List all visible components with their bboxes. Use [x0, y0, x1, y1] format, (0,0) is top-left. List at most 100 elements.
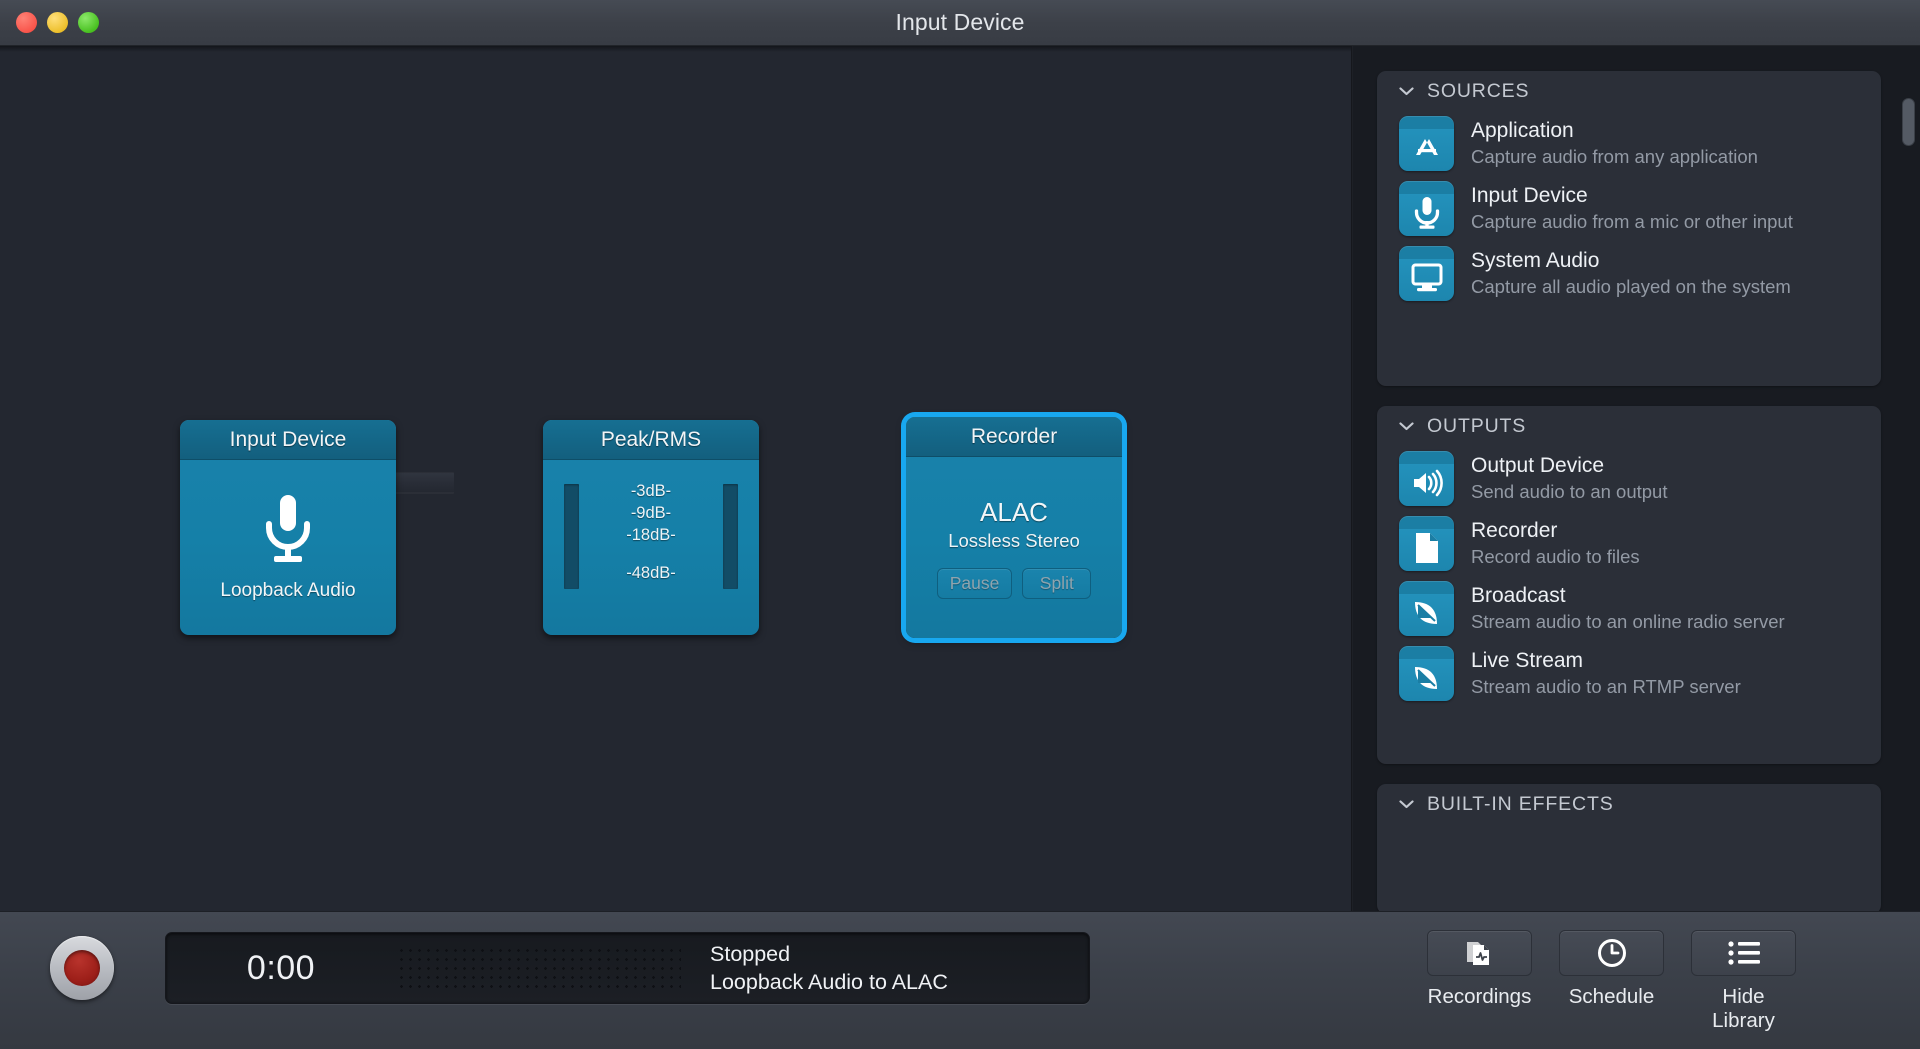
microphone-glyph: [1414, 197, 1439, 229]
sidebar-item-live-stream[interactable]: Live Stream Stream audio to an RTMP serv…: [1377, 641, 1881, 706]
item-description: Send audio to an output: [1471, 481, 1668, 502]
minimize-button[interactable]: [47, 12, 68, 33]
item-title: Input Device: [1471, 184, 1588, 207]
section-header-outputs[interactable]: OUTPUTS: [1377, 406, 1881, 446]
file-icon: [1399, 516, 1454, 571]
item-title: Live Stream: [1471, 649, 1584, 672]
file-glyph: [1415, 533, 1438, 563]
item-text: System Audio Capture all audio played on…: [1471, 246, 1863, 299]
panel-built-in-effects: BUILT-IN EFFECTS: [1377, 784, 1881, 911]
item-description: Capture all audio played on the system: [1471, 276, 1791, 297]
hide-library-button-box[interactable]: [1691, 930, 1796, 976]
recordings-button[interactable]: Recordings: [1427, 930, 1532, 1009]
section-label: OUTPUTS: [1427, 414, 1527, 437]
speaker-icon: [1399, 451, 1454, 506]
recordings-button-box[interactable]: [1427, 930, 1532, 976]
audio-graph-canvas[interactable]: Input Device Loopback Audio Peak/RMS -3d…: [0, 46, 1352, 911]
status-display: 0:00 Stopped Loopback Audio to ALAC: [165, 932, 1090, 1004]
application-glyph: [1415, 139, 1438, 155]
item-description: Capture audio from a mic or other input: [1471, 211, 1793, 232]
node-title: Peak/RMS: [543, 420, 759, 460]
bottom-toolbar: 0:00 Stopped Loopback Audio to ALAC Reco…: [0, 911, 1920, 1049]
node-input-device[interactable]: Input Device Loopback Audio: [180, 420, 396, 635]
meter-tick: -48dB-: [626, 564, 676, 582]
window-title: Input Device: [895, 9, 1025, 35]
window-titlebar: Input Device: [0, 0, 1920, 46]
section-header-built-in-effects[interactable]: BUILT-IN EFFECTS: [1377, 784, 1881, 824]
sidebar-item-input-device[interactable]: Input Device Capture audio from a mic or…: [1377, 176, 1881, 241]
microphone-icon: [1399, 181, 1454, 236]
satellite-dish-icon: [1399, 581, 1454, 636]
item-title: Output Device: [1471, 454, 1605, 477]
node-body: ALAC Lossless Stereo Pause Split: [906, 457, 1122, 638]
item-text: Live Stream Stream audio to an RTMP serv…: [1471, 646, 1863, 699]
hide-library-button[interactable]: Hide Library: [1691, 930, 1796, 1033]
sidebar-scrollbar[interactable]: [1902, 98, 1915, 911]
application-icon: [1399, 116, 1454, 171]
hide-library-label: Hide Library: [1712, 985, 1775, 1032]
item-text: Input Device Capture audio from a mic or…: [1471, 181, 1863, 234]
item-description: Record audio to files: [1471, 546, 1640, 567]
schedule-button[interactable]: Schedule: [1559, 930, 1664, 1009]
item-text: Application Capture audio from any appli…: [1471, 116, 1863, 169]
panel-sources: SOURCES Application Capture audio from a…: [1377, 71, 1881, 386]
list-icon: [1727, 941, 1760, 965]
node-recorder[interactable]: Recorder ALAC Lossless Stereo Pause Spli…: [906, 417, 1122, 638]
sidebar-item-application[interactable]: Application Capture audio from any appli…: [1377, 111, 1881, 176]
sidebar-item-broadcast[interactable]: Broadcast Stream audio to an online radi…: [1377, 576, 1881, 641]
item-title: Broadcast: [1471, 584, 1566, 607]
item-title: Recorder: [1471, 519, 1558, 542]
status-state: Stopped: [710, 942, 791, 966]
satellite-dish-icon: [1399, 646, 1454, 701]
sidebar-item-recorder[interactable]: Recorder Record audio to files: [1377, 511, 1881, 576]
chevron-down-icon[interactable]: [1399, 421, 1414, 431]
pause-button[interactable]: Pause: [936, 567, 1013, 599]
section-label: BUILT-IN EFFECTS: [1427, 792, 1614, 815]
chevron-down-icon[interactable]: [1399, 86, 1414, 96]
canvas-top-shadow: [0, 46, 1351, 52]
sidebar-item-output-device[interactable]: Output Device Send audio to an output: [1377, 446, 1881, 511]
meter-tick: -18dB-: [626, 526, 676, 544]
item-text: Recorder Record audio to files: [1471, 516, 1863, 569]
item-description: Stream audio to an RTMP server: [1471, 676, 1741, 697]
meter-scale: -3dB- -9dB- -18dB- -48dB-: [543, 480, 759, 584]
status-detail: Loopback Audio to ALAC: [710, 970, 948, 994]
item-title: Application: [1471, 119, 1574, 142]
item-title: System Audio: [1471, 249, 1600, 272]
node-peak-rms[interactable]: Peak/RMS -3dB- -9dB- -18dB- -48dB-: [543, 420, 759, 635]
recorder-format: ALAC: [980, 496, 1048, 527]
display-dot-matrix: [396, 945, 681, 991]
satellite-dish-glyph: [1414, 667, 1437, 689]
item-description: Stream audio to an online radio server: [1471, 611, 1785, 632]
node-body: -3dB- -9dB- -18dB- -48dB-: [543, 460, 759, 635]
item-text: Output Device Send audio to an output: [1471, 451, 1863, 504]
zoom-button[interactable]: [78, 12, 99, 33]
schedule-button-box[interactable]: [1559, 930, 1664, 976]
node-device-label: Loopback Audio: [220, 579, 356, 601]
elapsed-timer: 0:00: [246, 948, 316, 987]
chevron-down-icon[interactable]: [1399, 799, 1414, 809]
recorder-buttons: Pause Split: [936, 567, 1092, 599]
sidebar-item-system-audio[interactable]: System Audio Capture all audio played on…: [1377, 241, 1881, 306]
panel-outputs: OUTPUTS Output Device Send audio to an o…: [1377, 406, 1881, 764]
traffic-lights: [16, 12, 99, 33]
recordings-icon: [1466, 942, 1489, 965]
sidebar-scrollbar-thumb[interactable]: [1902, 98, 1915, 146]
meter-tick: -3dB-: [630, 482, 672, 500]
split-button[interactable]: Split: [1022, 567, 1092, 599]
status-text: Stopped Loopback Audio to ALAC: [710, 940, 948, 996]
speaker-glyph: [1413, 469, 1443, 497]
node-body: Loopback Audio: [180, 460, 396, 635]
level-meter-icon: -3dB- -9dB- -18dB- -48dB-: [543, 460, 759, 635]
recordings-label: Recordings: [1427, 985, 1532, 1008]
close-button[interactable]: [16, 12, 37, 33]
display-icon: [1399, 246, 1454, 301]
recorder-subtitle: Lossless Stereo: [948, 529, 1080, 551]
section-header-sources[interactable]: SOURCES: [1377, 71, 1881, 111]
microphone-icon: [266, 494, 310, 562]
clock-icon: [1597, 939, 1626, 967]
library-sidebar[interactable]: SOURCES Application Capture audio from a…: [1353, 46, 1920, 911]
item-description: Capture audio from any application: [1471, 146, 1758, 167]
satellite-dish-glyph: [1414, 602, 1437, 624]
record-button[interactable]: [50, 936, 114, 1000]
